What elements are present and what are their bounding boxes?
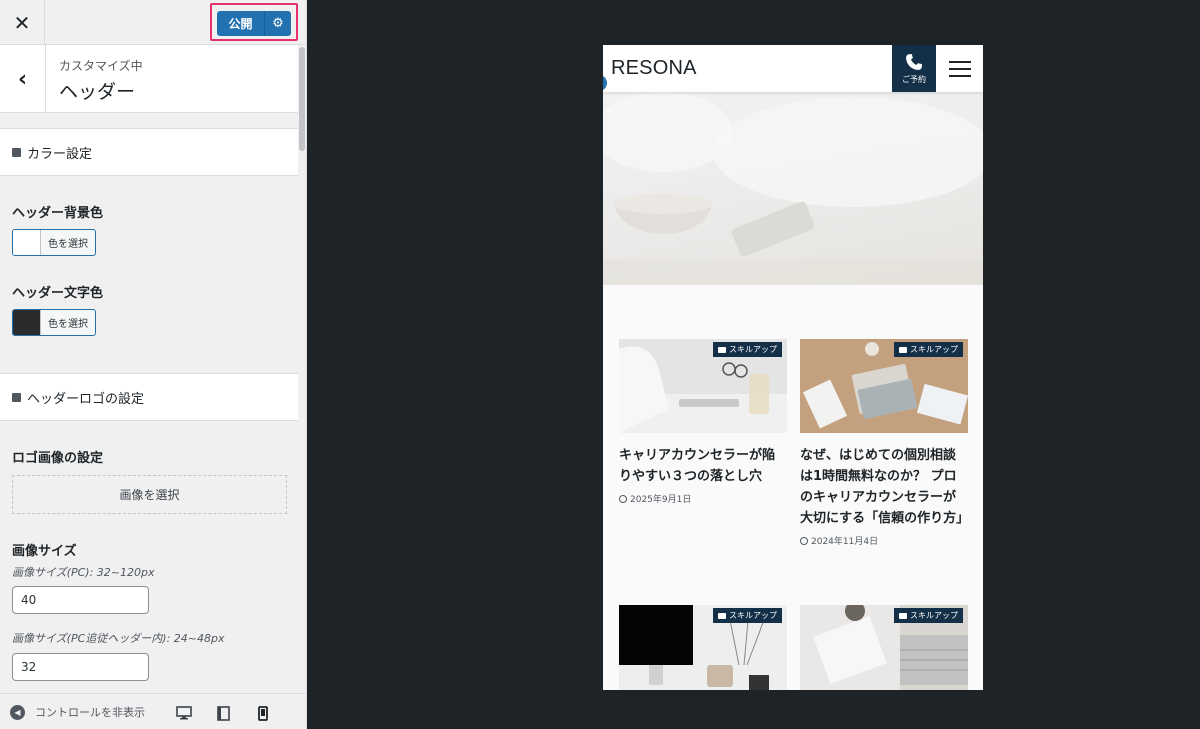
folder-icon (718, 346, 726, 353)
category-badge[interactable]: スキルアップ (713, 608, 782, 623)
collapse-arrow-icon: ◀ (10, 704, 25, 720)
header-text-color-picker[interactable]: 色を選択 (12, 309, 96, 336)
category-label: スキルアップ (910, 345, 958, 354)
color-swatch (13, 310, 41, 335)
post-thumbnail[interactable]: スキルアップ (619, 605, 787, 690)
site-logo[interactable]: RESONA (611, 57, 697, 80)
post-thumbnail[interactable]: スキルアップ (800, 339, 968, 433)
post-thumbnail[interactable]: スキルアップ (619, 339, 787, 433)
mobile-icon[interactable] (258, 706, 268, 721)
hide-controls-button[interactable]: ◀ コントロールを非表示 (10, 694, 145, 729)
folder-icon (718, 612, 726, 619)
folder-icon (899, 612, 907, 619)
select-color-label: 色を選択 (48, 319, 88, 330)
select-image-label: 画像を選択 (119, 488, 180, 502)
image-size-label: 画像サイズ (12, 544, 77, 559)
close-button[interactable]: ✕ (0, 0, 45, 45)
phone-icon (906, 54, 922, 70)
clock-icon (619, 494, 627, 503)
header-bg-color-label: ヘッダー背景色 (12, 206, 104, 221)
category-badge[interactable]: スキルアップ (894, 342, 963, 357)
logo-settings-title: ヘッダーロゴの設定 (27, 391, 145, 407)
close-icon: ✕ (13, 10, 31, 35)
back-button[interactable]: ‹ (0, 45, 46, 113)
reserve-label: ご予約 (902, 75, 926, 84)
post-date-text: 2024年11月4日 (811, 537, 879, 547)
scrollbar[interactable] (298, 45, 306, 693)
clock-icon (800, 536, 808, 545)
hamburger-menu-icon[interactable] (936, 45, 983, 92)
post-thumbnail[interactable]: スキルアップ (800, 605, 968, 690)
post-card[interactable]: スキルアップ (800, 605, 968, 690)
sticky-size-description: 画像サイズ(PC追従ヘッダー内): 24~48px (12, 632, 225, 645)
folder-icon (899, 346, 907, 353)
gear-icon[interactable]: ⚙ (265, 16, 291, 31)
header-bg-color-picker[interactable]: 色を選択 (12, 229, 96, 256)
square-bullet-icon (12, 147, 21, 157)
logo-settings-heading: ヘッダーロゴの設定 (0, 373, 298, 421)
scrollbar-thumb[interactable] (299, 47, 305, 151)
publish-button[interactable]: 公開 ⚙ (217, 11, 291, 36)
post-date-text: 2025年9月1日 (630, 495, 692, 505)
site-preview: RESONA ご予約 スキルアップ キャリアカウンセラーが陥りやすい３つの落とし… (603, 45, 983, 690)
hero-image (603, 92, 983, 285)
customizer-sidebar: ✕ 公開 ⚙ ‹ カスタマイズ中 ヘッダー カラー設定 ヘッダー背景色 色を選択… (0, 0, 307, 729)
post-card[interactable]: スキルアップ (619, 605, 787, 690)
color-settings-heading: カラー設定 (0, 128, 298, 176)
category-label: スキルアップ (729, 345, 777, 354)
customizer-footer: ◀ コントロールを非表示 (0, 693, 306, 729)
category-badge[interactable]: スキルアップ (713, 342, 782, 357)
select-color-label: 色を選択 (48, 239, 88, 250)
color-settings-title: カラー設定 (27, 146, 93, 162)
desktop-icon[interactable] (176, 706, 192, 720)
category-label: スキルアップ (729, 611, 777, 620)
post-card[interactable]: スキルアップ なぜ、はじめての個別相談は1時間無料なのか？ プロのキャリアカウン… (800, 339, 969, 547)
header-text-color-label: ヘッダー文字色 (12, 286, 104, 301)
category-badge[interactable]: スキルアップ (894, 608, 963, 623)
category-label: スキルアップ (910, 611, 958, 620)
publish-highlight: 公開 ⚙ (210, 3, 298, 41)
tablet-icon[interactable] (217, 706, 230, 721)
post-title[interactable]: キャリアカウンセラーが陥りやすい３つの落とし穴 (619, 445, 787, 487)
pc-size-input[interactable]: 40 (12, 586, 149, 614)
hide-controls-label: コントロールを非表示 (35, 706, 145, 719)
site-header: RESONA ご予約 (603, 45, 983, 92)
select-image-button[interactable]: 画像を選択 (12, 475, 287, 514)
post-date: 2025年9月1日 (619, 492, 787, 505)
customizer-topbar: ✕ 公開 ⚙ (0, 0, 306, 45)
color-swatch (13, 230, 41, 255)
reserve-button[interactable]: ご予約 (892, 45, 936, 92)
post-date: 2024年11月4日 (800, 534, 968, 547)
logo-image-label: ロゴ画像の設定 (12, 451, 104, 466)
square-bullet-icon (12, 392, 21, 402)
section-header: ‹ カスタマイズ中 ヘッダー (0, 45, 298, 113)
post-card[interactable]: スキルアップ キャリアカウンセラーが陥りやすい３つの落とし穴 2025年9月1日 (619, 339, 787, 505)
sticky-size-input[interactable]: 32 (12, 653, 149, 681)
section-title: ヘッダー (59, 81, 136, 103)
customizing-label: カスタマイズ中 (59, 59, 143, 73)
publish-label[interactable]: 公開 (217, 15, 264, 32)
chevron-left-icon: ‹ (17, 66, 28, 92)
pc-size-description: 画像サイズ(PC): 32~120px (12, 566, 155, 579)
hero-photo-illustration (603, 92, 983, 285)
post-title[interactable]: なぜ、はじめての個別相談は1時間無料なのか？ プロのキャリアカウンセラーが大切に… (800, 445, 969, 529)
